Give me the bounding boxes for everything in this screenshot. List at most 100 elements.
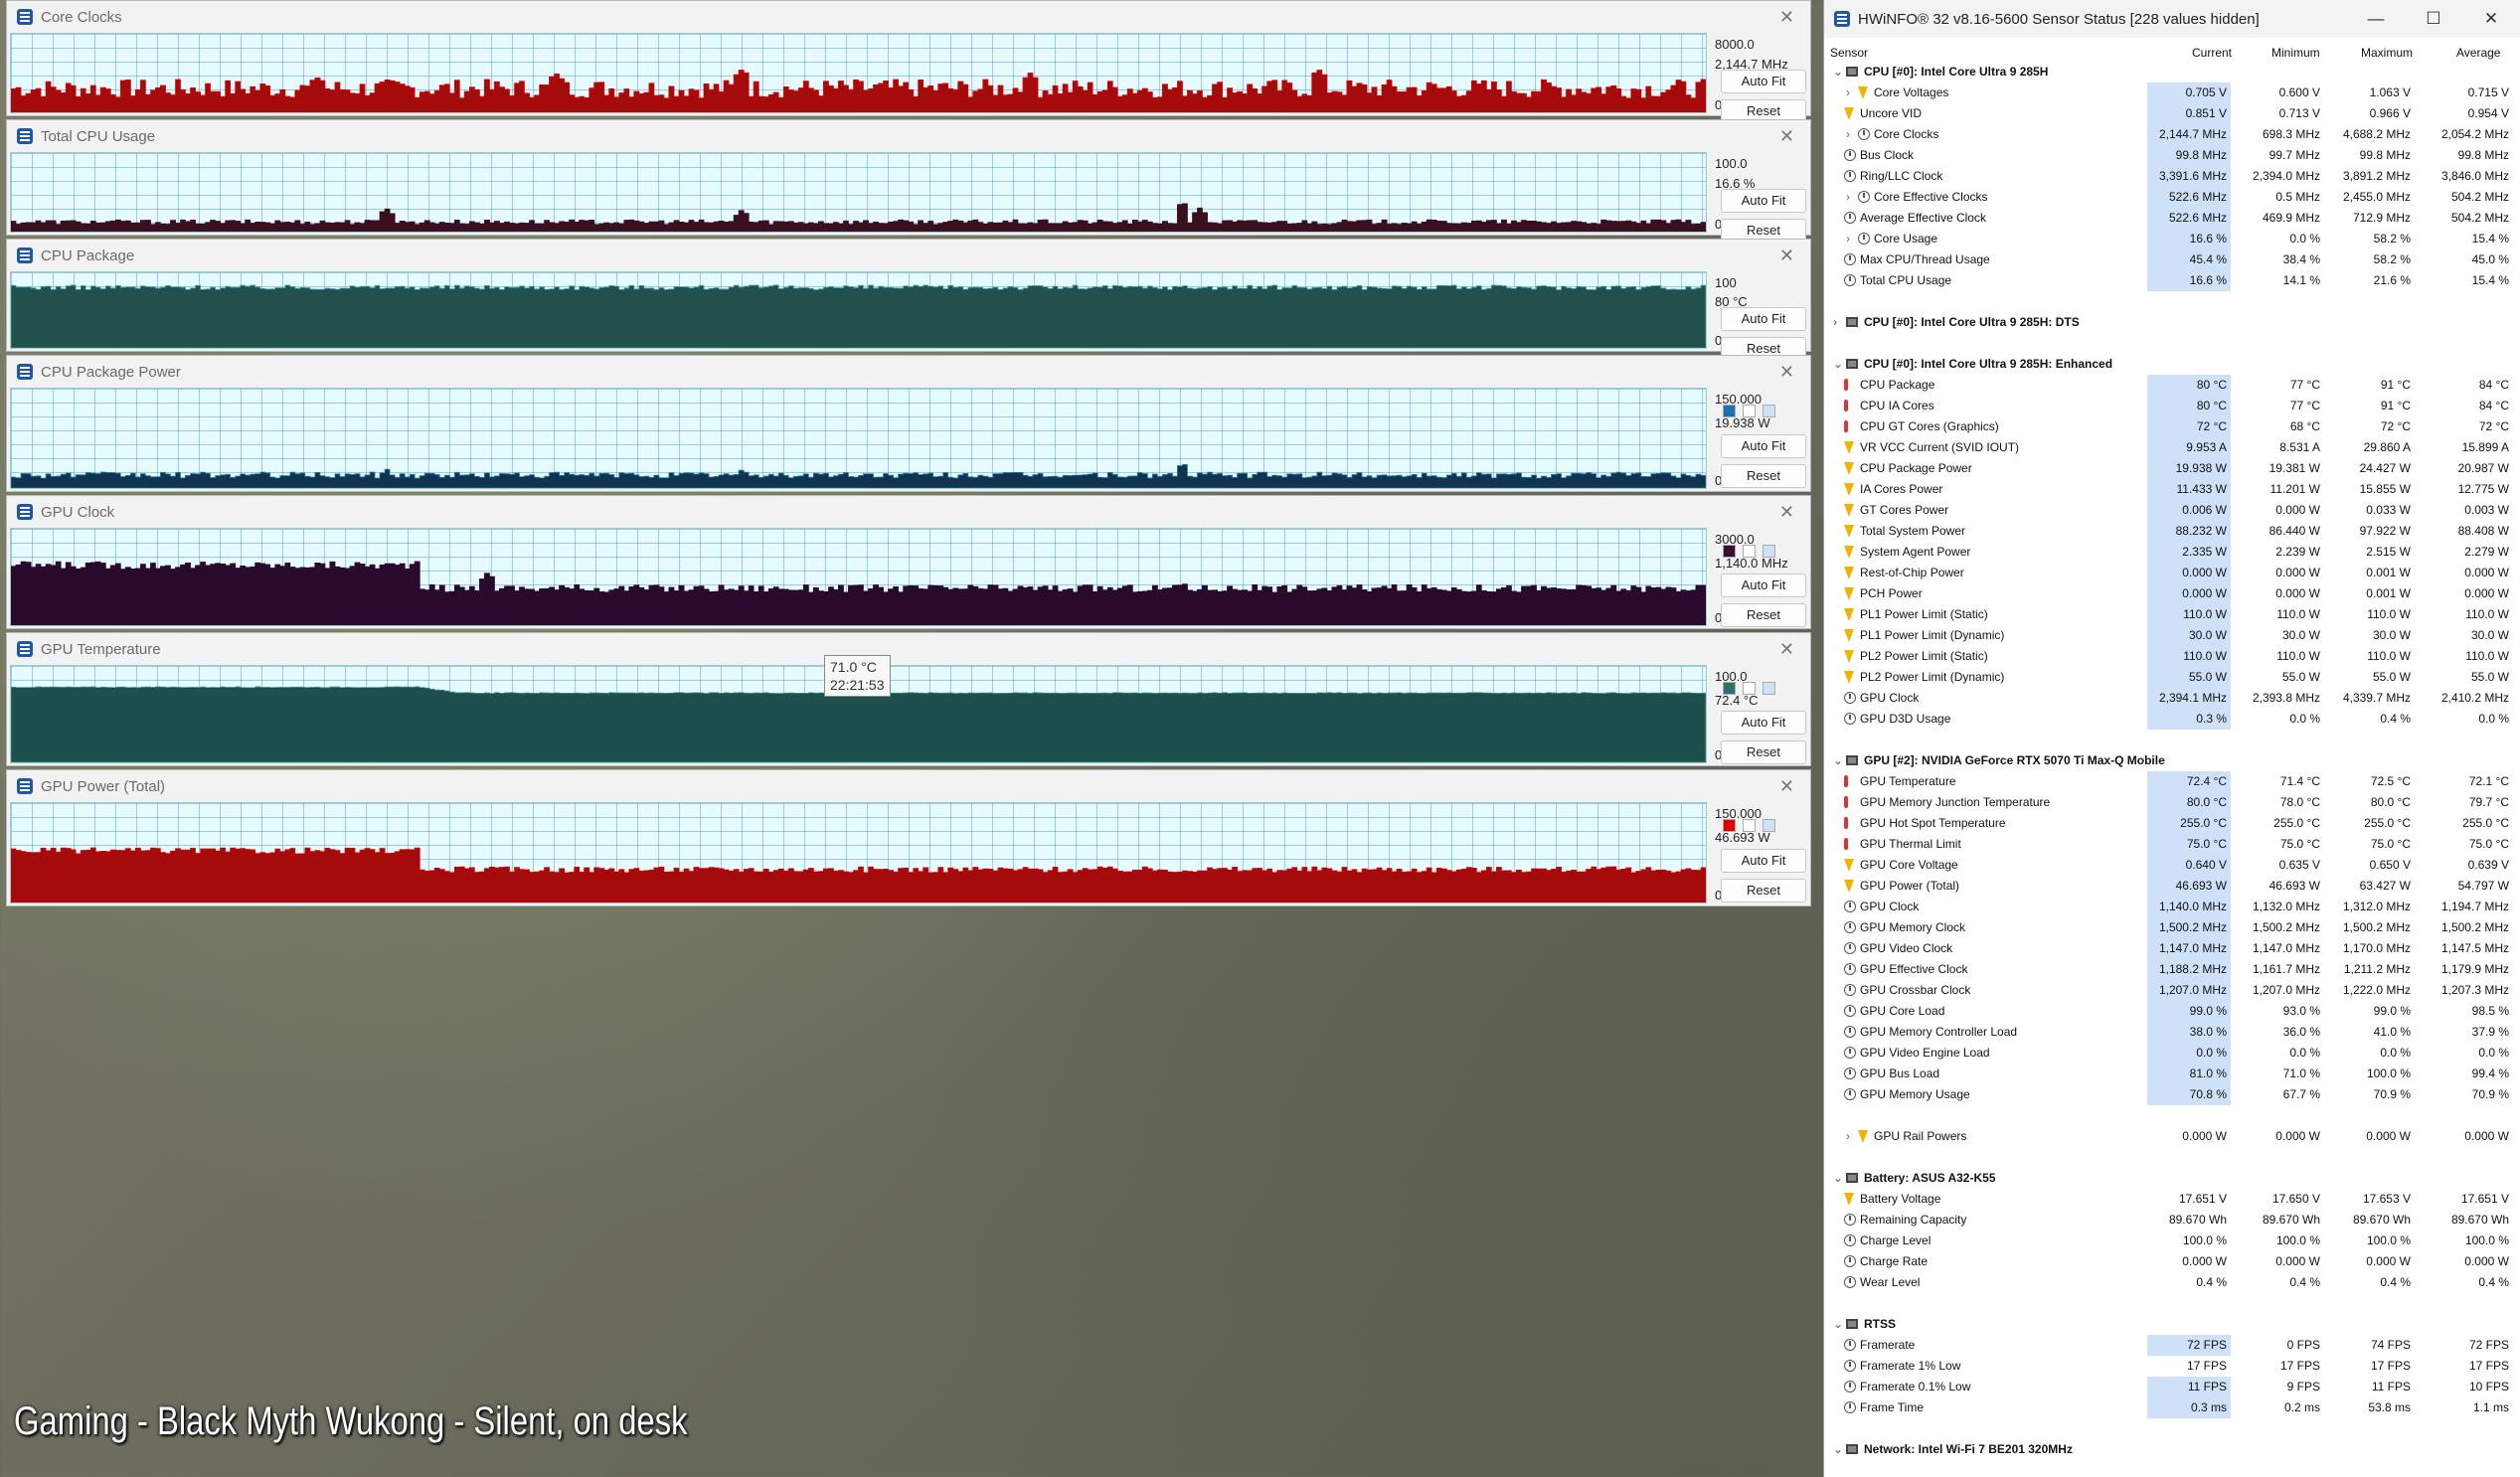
sensor-row[interactable]: Framerate 72 FPS 0 FPS 74 FPS 72 FPS [1824, 1335, 2520, 1356]
gpu-temperature-swatch-2[interactable] [1743, 681, 1756, 695]
cpu-package-power-reset-button[interactable]: Reset [1721, 463, 1806, 488]
sensor-row[interactable]: Charge Rate 0.000 W 0.000 W 0.000 W 0.000 W [1824, 1251, 2520, 1272]
sensor-row[interactable]: CPU GT Cores (Graphics) 72 °C 68 °C 72 °C 72… [1824, 416, 2520, 437]
collapse-chevron-icon[interactable]: ⌄ [1833, 1171, 1843, 1185]
column-minimum[interactable]: Minimum [2271, 46, 2320, 60]
cpu-package-power-color-swatch[interactable] [1723, 405, 1736, 418]
sensor-row[interactable]: › GPU Rail Powers 0.000 W 0.000 W 0.000 W 0.0… [1824, 1126, 2520, 1147]
sensor-row[interactable]: GPU Power (Total) 46.693 W 46.693 W 63.427 … [1824, 876, 2520, 897]
close-icon[interactable]: ✕ [2462, 0, 2520, 38]
collapse-chevron-icon[interactable]: ⌄ [1833, 1317, 1843, 1331]
total-cpu-usage-close-icon[interactable]: ✕ [1779, 126, 1794, 147]
sensor-row[interactable]: GPU Clock 2,394.1 MHz 2,393.8 MHz 4,339.7 M… [1824, 688, 2520, 709]
sensor-row[interactable]: GPU Crossbar Clock 1,207.0 MHz 1,207.0 MHz… [1824, 980, 2520, 1001]
sensor-row[interactable]: GPU Effective Clock 1,188.2 MHz 1,161.7 MH… [1824, 959, 2520, 980]
sensor-row[interactable]: Uncore VID 0.851 V 0.713 V 0.966 V 0.954 V [1824, 103, 2520, 124]
collapse-chevron-icon[interactable]: ⌄ [1833, 1442, 1843, 1456]
sensor-row[interactable]: GT Cores Power 0.006 W 0.000 W 0.033 W 0.003… [1824, 500, 2520, 521]
sensor-row[interactable]: › Core Clocks 2,144.7 MHz 698.3 MHz 4,688.2 … [1824, 124, 2520, 145]
sensor-row[interactable]: GPU Core Voltage 0.640 V 0.635 V 0.650 V 0.6… [1824, 855, 2520, 876]
sensor-row[interactable]: PL2 Power Limit (Static) 110.0 W 110.0 W 11… [1824, 646, 2520, 667]
sensor-row[interactable]: GPU Core Load 99.0 % 93.0 % 99.0 % 98.5 % [1824, 1001, 2520, 1022]
sensor-group-header[interactable]: ⌄ GPU [#2]: NVIDIA GeForce RTX 5070 Ti Ma… [1824, 750, 2520, 771]
sensor-row[interactable]: GPU Temperature 72.4 °C 71.4 °C 72.5 °C 72.1… [1824, 771, 2520, 792]
collapse-chevron-icon[interactable]: ⌄ [1833, 753, 1843, 767]
sensor-row[interactable]: PL1 Power Limit (Static) 110.0 W 110.0 W 11… [1824, 604, 2520, 625]
sensor-row[interactable]: Bus Clock 99.8 MHz 99.7 MHz 99.8 MHz 99.8 MH… [1824, 145, 2520, 166]
expand-chevron-icon[interactable]: › [1846, 85, 1850, 99]
sensor-row[interactable]: Max CPU/Thread Usage 45.4 % 38.4 % 58.2 % 45… [1824, 249, 2520, 270]
sensor-group-header[interactable]: ⌄ CPU [#0]: Intel Core Ultra 9 285H: Enha… [1824, 354, 2520, 375]
total-cpu-usage-auto-fit-button[interactable]: Auto Fit [1721, 189, 1806, 214]
gpu-power-total-swatch-3[interactable] [1763, 819, 1775, 833]
gpu-clock-auto-fit-button[interactable]: Auto Fit [1721, 573, 1806, 597]
gpu-power-total-color-swatch[interactable] [1723, 819, 1736, 833]
gpu-clock-reset-button[interactable]: Reset [1721, 602, 1806, 627]
sensor-row[interactable]: Framerate 1% Low 17 FPS 17 FPS 17 FPS 17 FPS [1824, 1356, 2520, 1377]
sensor-row[interactable]: Total CPU Usage 16.6 % 14.1 % 21.6 % 15.4 % [1824, 270, 2520, 291]
sensor-row[interactable]: GPU Bus Load 81.0 % 71.0 % 100.0 % 99.4 % [1824, 1064, 2520, 1084]
sensor-row[interactable]: CPU IA Cores 80 °C 77 °C 91 °C 84 °C [1824, 396, 2520, 416]
gpu-temperature-reset-button[interactable]: Reset [1721, 739, 1806, 764]
cpu-package-auto-fit-button[interactable]: Auto Fit [1721, 306, 1806, 331]
column-current[interactable]: Current [2192, 46, 2232, 60]
collapse-chevron-icon[interactable]: ⌄ [1833, 357, 1843, 371]
sensor-row[interactable]: GPU Thermal Limit 75.0 °C 75.0 °C 75.0 °C 75… [1824, 834, 2520, 855]
sensor-row[interactable]: › Core Usage 16.6 % 0.0 % 58.2 % 15.4 % [1824, 229, 2520, 249]
core-clocks-auto-fit-button[interactable]: Auto Fit [1721, 70, 1806, 94]
sensor-group-header[interactable]: › CPU [#0]: Intel Core Ultra 9 285H: DTS [1824, 312, 2520, 333]
sensor-row[interactable]: GPU Video Engine Load 0.0 % 0.0 % 0.0 % 0.0 … [1824, 1043, 2520, 1064]
gpu-clock-color-swatch[interactable] [1723, 544, 1736, 558]
sensor-row[interactable]: VR VCC Current (SVID IOUT) 9.953 A 8.531 A… [1824, 437, 2520, 458]
sensor-row[interactable]: GPU Memory Clock 1,500.2 MHz 1,500.2 MHz 1,… [1824, 917, 2520, 938]
gpu-power-total-close-icon[interactable]: ✕ [1779, 776, 1794, 797]
sensor-row[interactable]: GPU Clock 1,140.0 MHz 1,132.0 MHz 1,312.0 M… [1824, 897, 2520, 917]
core-clocks-close-icon[interactable]: ✕ [1779, 7, 1794, 28]
cpu-package-close-icon[interactable]: ✕ [1779, 246, 1794, 266]
gpu-clock-swatch-3[interactable] [1763, 544, 1775, 558]
sensor-row[interactable]: CPU Package Power 19.938 W 19.381 W 24.427 … [1824, 458, 2520, 479]
gpu-clock-swatch-2[interactable] [1743, 544, 1756, 558]
expand-chevron-icon[interactable]: › [1846, 190, 1850, 204]
expand-chevron-icon[interactable]: › [1833, 315, 1837, 329]
sensor-group-header[interactable]: ⌄ Battery: ASUS A32-K55 [1824, 1168, 2520, 1189]
cpu-package-power-auto-fit-button[interactable]: Auto Fit [1721, 433, 1806, 458]
sensor-group-header[interactable]: ⌄ RTSS [1824, 1314, 2520, 1335]
expand-chevron-icon[interactable]: › [1846, 1129, 1850, 1143]
sensor-row[interactable]: Charge Level 100.0 % 100.0 % 100.0 % 100.0 % [1824, 1231, 2520, 1251]
sensor-row[interactable]: Remaining Capacity 89.670 Wh 89.670 Wh 89.6… [1824, 1210, 2520, 1231]
cpu-package-power-swatch-2[interactable] [1743, 405, 1756, 418]
sensor-row[interactable]: Frame Time 0.3 ms 0.2 ms 53.8 ms 1.1 ms [1824, 1397, 2520, 1418]
sensor-row[interactable]: GPU D3D Usage 0.3 % 0.0 % 0.4 % 0.0 % [1824, 709, 2520, 730]
gpu-temperature-close-icon[interactable]: ✕ [1779, 639, 1794, 660]
gpu-clock-close-icon[interactable]: ✕ [1779, 502, 1794, 523]
column-average[interactable]: Average [2456, 46, 2500, 60]
sensor-row[interactable]: PL2 Power Limit (Dynamic) 55.0 W 55.0 W 55.… [1824, 667, 2520, 688]
gpu-power-total-reset-button[interactable]: Reset [1721, 878, 1806, 903]
sensor-row[interactable]: Battery Voltage 17.651 V 17.650 V 17.653 V 1… [1824, 1189, 2520, 1210]
cpu-package-power-swatch-3[interactable] [1763, 405, 1775, 418]
column-sensor[interactable]: Sensor [1830, 46, 1868, 60]
sensor-row[interactable]: GPU Memory Junction Temperature 80.0 °C 78… [1824, 792, 2520, 813]
sensor-row[interactable]: PCH Power 0.000 W 0.000 W 0.001 W 0.000 W [1824, 583, 2520, 604]
minimize-icon[interactable]: — [2347, 0, 2405, 38]
collapse-chevron-icon[interactable]: ⌄ [1833, 65, 1843, 79]
gpu-power-total-auto-fit-button[interactable]: Auto Fit [1721, 848, 1806, 873]
sensor-row[interactable]: IA Cores Power 11.433 W 11.201 W 15.855 W 12… [1824, 479, 2520, 500]
sensor-row[interactable]: Wear Level 0.4 % 0.4 % 0.4 % 0.4 % [1824, 1272, 2520, 1293]
expand-chevron-icon[interactable]: › [1846, 127, 1850, 141]
sensor-row[interactable]: GPU Memory Usage 70.8 % 67.7 % 70.9 % 70.9 % [1824, 1084, 2520, 1105]
sensor-row[interactable]: Total System Power 88.232 W 86.440 W 97.922… [1824, 521, 2520, 542]
sensor-group-header[interactable]: ⌄ CPU [#0]: Intel Core Ultra 9 285H [1824, 62, 2520, 82]
gpu-temperature-color-swatch[interactable] [1723, 681, 1736, 695]
sensor-row[interactable]: System Agent Power 2.335 W 2.239 W 2.515 W 2… [1824, 542, 2520, 563]
sensor-row[interactable]: GPU Memory Controller Load 38.0 % 36.0 % 41… [1824, 1022, 2520, 1043]
expand-chevron-icon[interactable]: › [1846, 232, 1850, 246]
sensor-row[interactable]: Average Effective Clock 522.6 MHz 469.9 MH… [1824, 208, 2520, 229]
sensor-row[interactable]: › Core Effective Clocks 522.6 MHz 0.5 MHz 2,… [1824, 187, 2520, 208]
gpu-temperature-swatch-3[interactable] [1763, 681, 1775, 695]
sensor-row[interactable]: Ring/LLC Clock 3,391.6 MHz 2,394.0 MHz 3,89… [1824, 166, 2520, 187]
cpu-package-power-close-icon[interactable]: ✕ [1779, 362, 1794, 383]
sensor-row[interactable]: PL1 Power Limit (Dynamic) 30.0 W 30.0 W 30.… [1824, 625, 2520, 646]
sensor-row[interactable]: GPU Video Clock 1,147.0 MHz 1,147.0 MHz 1,1… [1824, 938, 2520, 959]
